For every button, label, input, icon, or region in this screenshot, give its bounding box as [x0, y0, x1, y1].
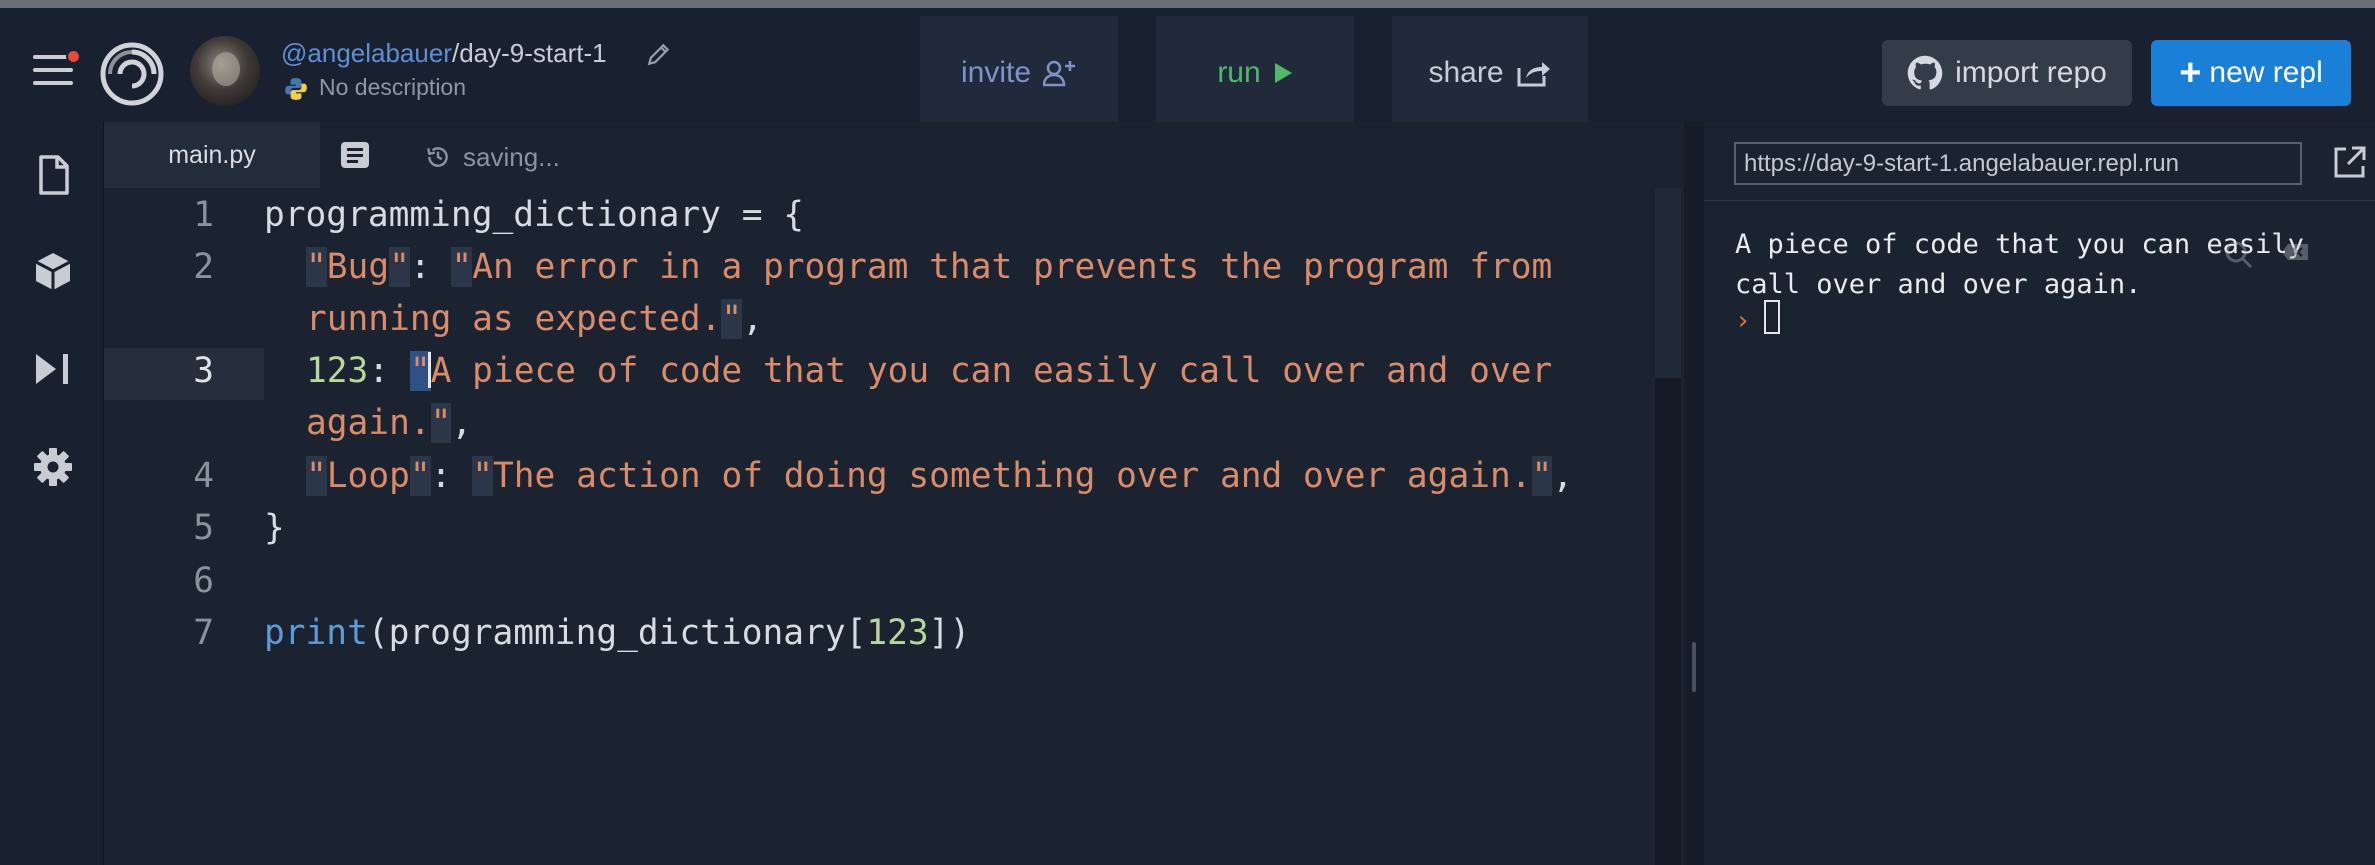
- pencil-icon[interactable]: [646, 41, 672, 67]
- run-button[interactable]: run: [1156, 16, 1354, 130]
- dict-value: The action of doing something over and o…: [492, 456, 1532, 496]
- dict-value: An error in a program that prevents the …: [472, 247, 1553, 287]
- dict-value: again.: [306, 403, 431, 443]
- share-icon: [1517, 62, 1550, 87]
- new-repl-button[interactable]: + new repl: [2151, 40, 2351, 106]
- editor-scrollbar[interactable]: [1655, 188, 1681, 865]
- invite-label: invite: [960, 56, 1032, 89]
- code-line: }: [264, 508, 285, 548]
- console-output: A piece of code that you can easily call …: [1735, 225, 2304, 305]
- code-line: "Bug": "An error in a program that preve…: [306, 247, 1553, 287]
- clear-console-icon[interactable]: [2282, 244, 2308, 260]
- notification-badge: [66, 49, 81, 64]
- share-button[interactable]: share: [1392, 16, 1588, 130]
- line-number: 2: [193, 247, 214, 287]
- number-literal: 123: [866, 613, 929, 653]
- quote: ": [389, 247, 410, 287]
- search-icon[interactable]: [2225, 241, 2253, 269]
- import-repo-button[interactable]: import repo: [1882, 40, 2132, 106]
- tab-main-py[interactable]: main.py: [104, 122, 320, 188]
- saving-status: saving...: [463, 142, 560, 172]
- run-label: run: [1217, 56, 1261, 89]
- code-editor[interactable]: 1 2 3 4 5 6 7 programming_dictionary = {…: [104, 188, 1684, 865]
- files-icon[interactable]: [32, 154, 74, 196]
- code-line: print(programming_dictionary[123]): [264, 613, 971, 653]
- divider: [1704, 200, 2375, 201]
- quote: ": [409, 456, 431, 496]
- share-label: share: [1428, 56, 1504, 89]
- settings-icon[interactable]: [32, 446, 74, 488]
- output-line: A piece of code that you can easily: [1735, 229, 2304, 260]
- repl-title: @angelabauer/day-9-start-1: [281, 38, 607, 69]
- line-number: 3: [193, 351, 214, 391]
- quote: ": [472, 456, 493, 496]
- document-icon[interactable]: [339, 140, 371, 170]
- resize-grip[interactable]: [1692, 642, 1696, 692]
- open-in-new-tab-icon[interactable]: [2332, 144, 2368, 180]
- line-number: 6: [193, 561, 214, 601]
- sidebar: [0, 122, 104, 865]
- plus-icon: +: [2179, 52, 2202, 94]
- github-icon: [1907, 55, 1943, 90]
- code-line: running as expected.",: [306, 299, 763, 339]
- line-number: 1: [193, 195, 214, 235]
- console-pane: https://day-9-start-1.angelabauer.repl.r…: [1704, 122, 2375, 865]
- debugger-icon[interactable]: [32, 348, 74, 390]
- top-bar: @angelabauer/day-9-start-1 No descriptio…: [0, 0, 2375, 130]
- packages-icon[interactable]: [32, 250, 74, 292]
- terminal-cursor[interactable]: [1764, 300, 1780, 334]
- code-line: "Loop": "The action of doing something o…: [306, 456, 1574, 496]
- line-number: 7: [193, 613, 214, 653]
- code-line: again.",: [306, 403, 473, 443]
- console-toolbar: [2225, 241, 2308, 269]
- code-line: programming_dictionary = {: [264, 195, 805, 235]
- repl-description[interactable]: No description: [319, 74, 466, 101]
- url-field[interactable]: https://day-9-start-1.angelabauer.repl.r…: [1734, 142, 2302, 185]
- replit-logo-icon[interactable]: [100, 42, 164, 106]
- username-link[interactable]: @angelabauer: [281, 38, 452, 68]
- import-repo-label: import repo: [1955, 56, 2107, 89]
- dict-key: 123: [306, 351, 369, 391]
- play-icon: [1274, 63, 1292, 83]
- repl-name[interactable]: day-9-start-1: [459, 38, 606, 68]
- quote: ": [1531, 456, 1553, 496]
- code-line: 123: "A piece of code that you can easil…: [306, 351, 1553, 391]
- history-icon: [427, 147, 448, 167]
- scrollbar-thumb[interactable]: [1655, 188, 1681, 378]
- avatar[interactable]: [190, 36, 260, 106]
- quote: ": [306, 456, 327, 496]
- tab-label: main.py: [168, 140, 256, 169]
- dict-key: Loop: [326, 456, 410, 496]
- python-icon: [285, 78, 307, 100]
- dict-key: Bug: [326, 247, 390, 287]
- line-number: 4: [193, 456, 214, 496]
- pane-resizer[interactable]: [1684, 122, 1704, 865]
- quote: ": [430, 403, 452, 443]
- dict-value: A piece of code that you can easily call…: [430, 351, 1553, 391]
- invite-button[interactable]: invite: [920, 16, 1118, 130]
- new-repl-label: new repl: [2209, 56, 2323, 89]
- console-prompt: ›: [1735, 306, 1751, 336]
- line-number: 5: [193, 508, 214, 548]
- quote: ": [451, 247, 473, 287]
- quote: ": [306, 247, 327, 287]
- quote: ": [721, 299, 743, 339]
- dict-value: running as expected.: [306, 299, 722, 339]
- function-name: print: [264, 613, 368, 653]
- editor-tab-bar: main.py saving...: [104, 122, 1684, 188]
- output-line: call over and over again.: [1735, 269, 2142, 300]
- add-user-icon: [1043, 60, 1076, 87]
